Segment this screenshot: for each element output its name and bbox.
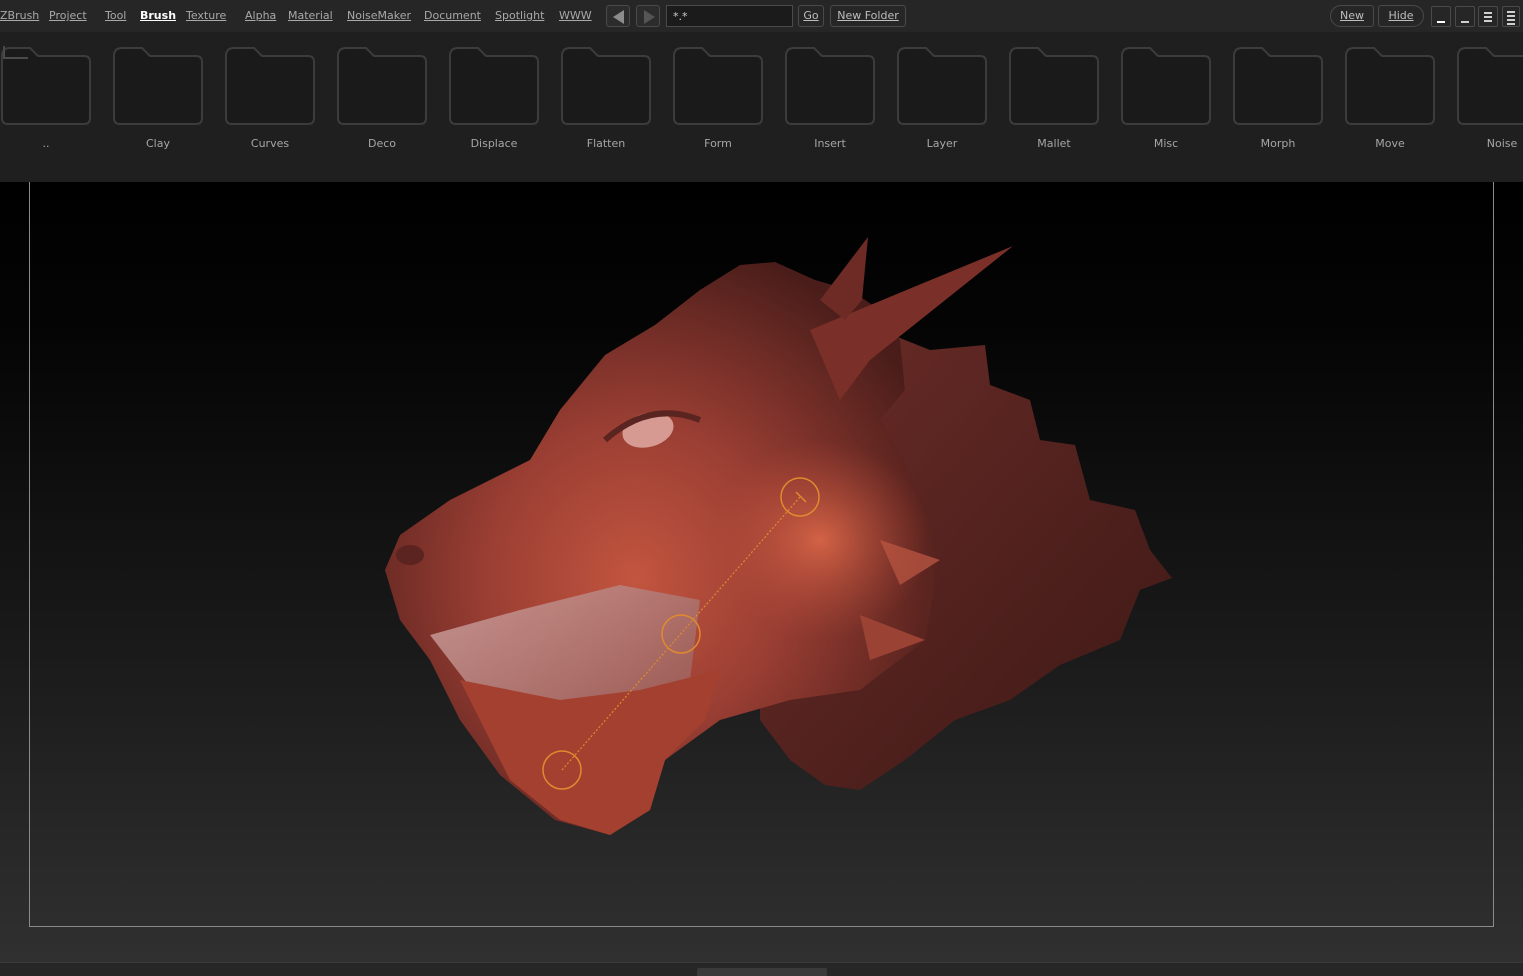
new-button[interactable]: New <box>1330 5 1374 27</box>
folder-morph[interactable]: Morph <box>1228 44 1328 154</box>
folder-icon <box>225 47 315 125</box>
folder-label: Misc <box>1153 137 1179 150</box>
options-menu-button[interactable] <box>1502 6 1520 27</box>
menu-noisemaker[interactable]: NoiseMaker <box>347 9 411 22</box>
folder-displace[interactable]: Displace <box>444 44 544 154</box>
folder-icon <box>1121 47 1211 125</box>
menu-project[interactable]: Project <box>49 9 87 22</box>
folder-icon <box>337 47 427 125</box>
bottom-shelf <box>0 962 1523 976</box>
folder-icon <box>897 47 987 125</box>
folder-deco[interactable]: Deco <box>332 44 432 154</box>
folder-curves[interactable]: Curves <box>220 44 320 154</box>
folder-icon <box>449 47 539 125</box>
menu-spotlight[interactable]: Spotlight <box>495 9 544 22</box>
folder-label: Morph <box>1260 137 1296 150</box>
folder-label: Flatten <box>586 137 626 150</box>
folder-label: Deco <box>367 137 396 150</box>
folder-label: Curves <box>250 137 290 150</box>
folder-label: Form <box>704 137 732 150</box>
folder-misc[interactable]: Misc <box>1116 44 1216 154</box>
folder-label: Displace <box>470 137 518 150</box>
up-level-icon <box>3 46 28 59</box>
folder-mallet[interactable]: Mallet <box>1004 44 1104 154</box>
layout-menu-button[interactable] <box>1478 6 1498 27</box>
folder-icon <box>785 47 875 125</box>
folder-label: Layer <box>926 137 958 150</box>
folder-parent[interactable]: .. <box>0 44 96 154</box>
menu-www[interactable]: WWW <box>559 9 592 22</box>
menu-zbrush[interactable]: ZBrush <box>0 9 39 22</box>
hide-button[interactable]: Hide <box>1378 5 1424 27</box>
menu-brush[interactable]: Brush <box>140 9 176 22</box>
folder-icon <box>113 47 203 125</box>
go-button[interactable]: Go <box>798 5 824 27</box>
menu-texture[interactable]: Texture <box>186 9 226 22</box>
menu-document[interactable]: Document <box>424 9 481 22</box>
folder-label: .. <box>42 137 50 150</box>
folder-insert[interactable]: Insert <box>780 44 880 154</box>
folder-icon <box>561 47 651 125</box>
folder-layer[interactable]: Layer <box>892 44 992 154</box>
menu-material[interactable]: Material <box>288 9 333 22</box>
file-filter-input[interactable] <box>666 5 793 27</box>
folder-icon <box>1233 47 1323 125</box>
folder-label: Move <box>1375 137 1405 150</box>
new-folder-button[interactable]: New Folder <box>830 5 906 27</box>
document-canvas[interactable] <box>0 182 1523 962</box>
brush-folder-browser: .. Clay Curves Deco Displace Flatten Form Inser… <box>0 32 1523 182</box>
menu-tool[interactable]: Tool <box>105 9 126 22</box>
menu-alpha[interactable]: Alpha <box>245 9 276 22</box>
minimize-window-button[interactable] <box>1431 6 1451 27</box>
sculpt-viewport[interactable] <box>0 182 1523 962</box>
folder-icon <box>673 47 763 125</box>
folder-label: Noise <box>1486 137 1518 150</box>
right-arrow-icon <box>644 10 655 24</box>
dragon-nostril <box>396 545 424 565</box>
folder-move[interactable]: Move <box>1340 44 1440 154</box>
cheek-highlight <box>710 440 930 640</box>
folder-clay[interactable]: Clay <box>108 44 208 154</box>
menu-bar: ZBrush Project Tool Brush Texture Alpha … <box>0 0 1523 32</box>
folder-label: Insert <box>814 137 846 150</box>
folder-icon <box>1345 47 1435 125</box>
forward-button[interactable] <box>636 5 660 27</box>
left-arrow-icon <box>613 10 624 24</box>
folder-label: Mallet <box>1037 137 1071 150</box>
folder-icon <box>1457 47 1523 125</box>
folder-noise[interactable]: Noise <box>1452 44 1523 154</box>
folder-icon <box>1009 47 1099 125</box>
restore-window-button[interactable] <box>1455 6 1475 27</box>
folder-form[interactable]: Form <box>668 44 768 154</box>
folder-label: Clay <box>146 137 170 150</box>
back-button[interactable] <box>606 5 630 27</box>
folder-flatten[interactable]: Flatten <box>556 44 656 154</box>
